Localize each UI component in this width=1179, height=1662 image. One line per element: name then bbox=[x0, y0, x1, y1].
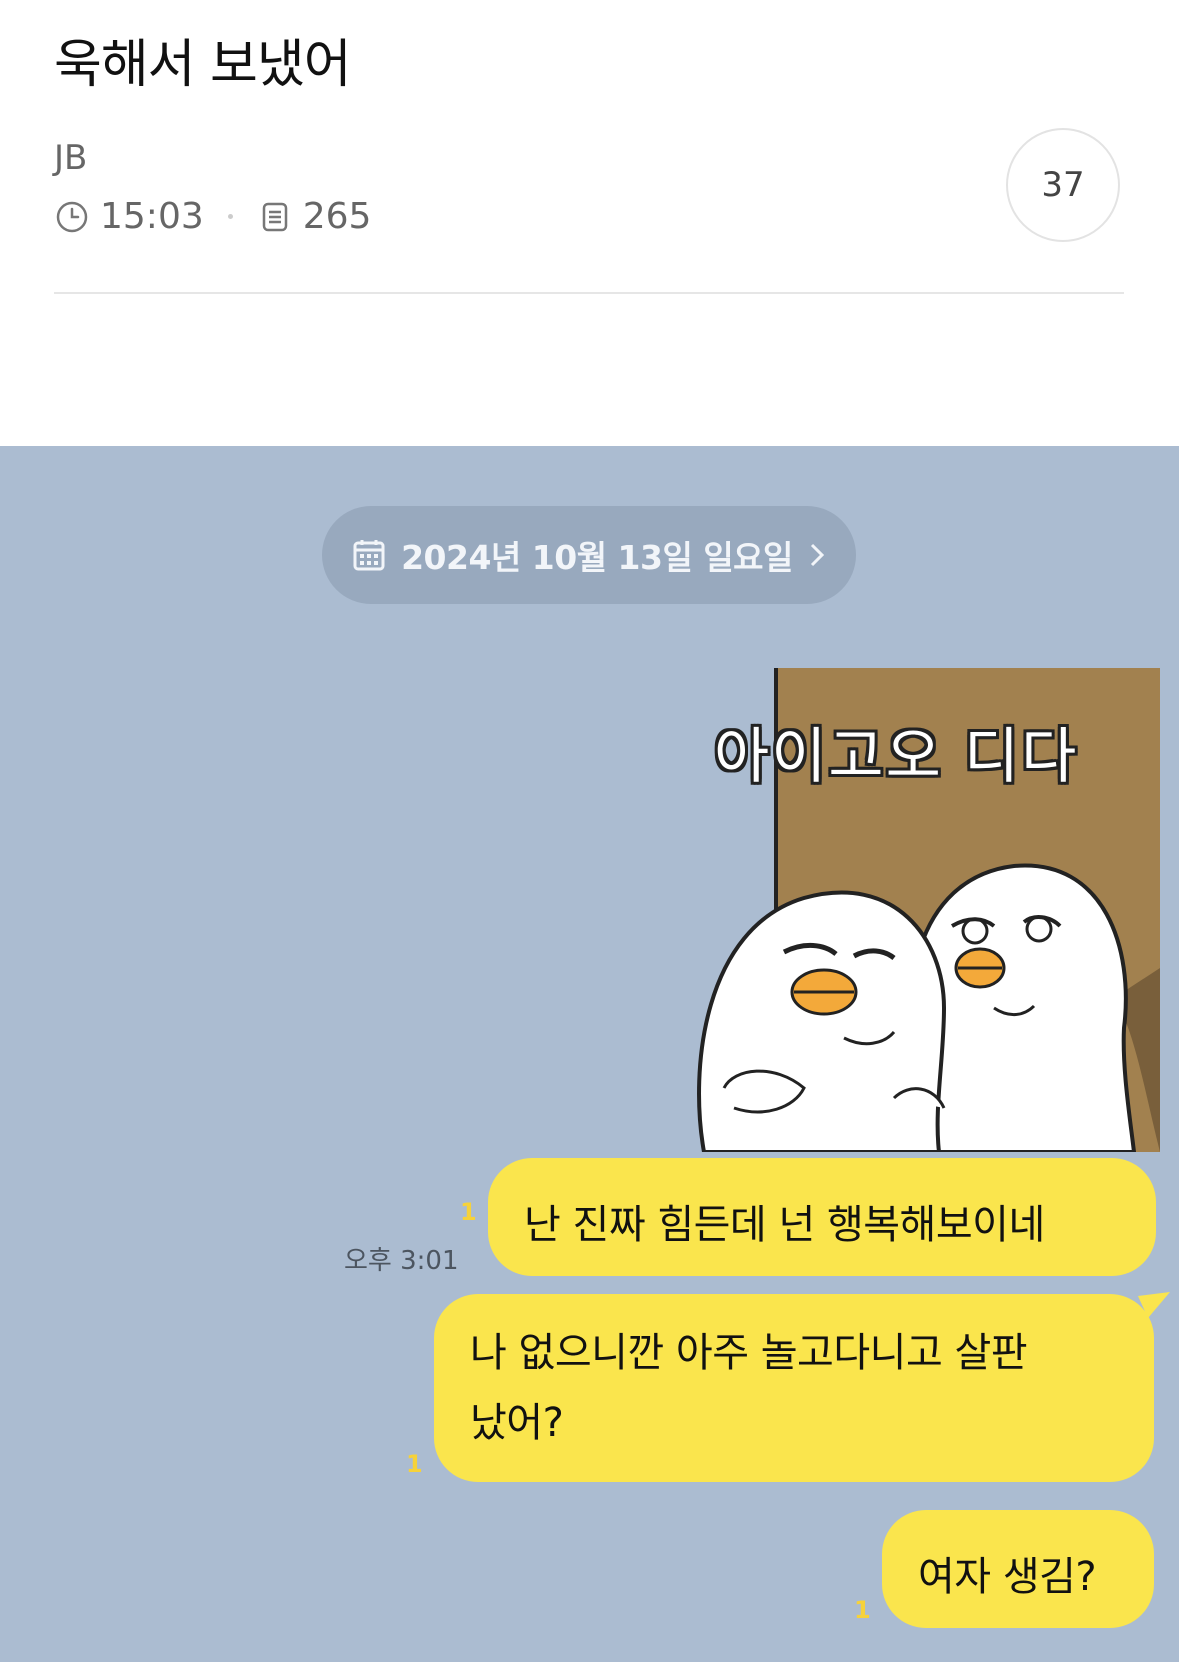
chevron-right-icon bbox=[810, 543, 825, 567]
message-bubble[interactable]: 난 진짜 힘든데 넌 행복해보이네 bbox=[488, 1158, 1156, 1276]
sticker-caption: 아이고오 디다 bbox=[714, 722, 1079, 792]
chat-screenshot: 2024년 10월 13일 일요일 아이고오 디다 1 오후 3:01 난 진짜… bbox=[0, 446, 1179, 1662]
message-bubble[interactable]: 나 없으니깐 아주 놀고다니고 살판 났어? bbox=[434, 1294, 1154, 1482]
post-views: 265 bbox=[302, 196, 372, 237]
message-text-line: 나 없으니깐 아주 놀고다니고 살판 bbox=[470, 1330, 1028, 1376]
post-time: 15:03 bbox=[100, 196, 204, 237]
calendar-icon bbox=[353, 540, 385, 571]
meta-separator bbox=[227, 214, 233, 219]
date-label: 2024년 10월 13일 일요일 bbox=[401, 538, 793, 577]
message-bubble[interactable]: 여자 생김? bbox=[882, 1510, 1154, 1628]
comment-count-button[interactable]: 37 bbox=[1006, 128, 1120, 242]
post-meta: 15:03 265 bbox=[54, 196, 371, 237]
message-text: 여자 생김? bbox=[918, 1554, 1097, 1600]
message-text-line: 났어? bbox=[470, 1400, 564, 1446]
unread-count: 1 bbox=[460, 1198, 477, 1226]
clock-icon bbox=[56, 201, 88, 232]
comment-count: 37 bbox=[1041, 165, 1085, 205]
unread-count: 1 bbox=[406, 1450, 423, 1478]
message-time: 오후 3:01 bbox=[344, 1246, 459, 1276]
post-title: 욱해서 보냈어 bbox=[54, 35, 352, 95]
document-icon bbox=[262, 202, 287, 231]
message-text: 난 진짜 힘든데 넌 행복해보이네 bbox=[524, 1202, 1045, 1248]
post-header: 욱해서 보냈어 JB 15:03 265 37 bbox=[0, 0, 1179, 446]
unread-count: 1 bbox=[854, 1596, 871, 1624]
date-pill[interactable]: 2024년 10월 13일 일요일 bbox=[322, 506, 856, 604]
divider bbox=[54, 292, 1124, 294]
post-author[interactable]: JB bbox=[54, 138, 87, 178]
